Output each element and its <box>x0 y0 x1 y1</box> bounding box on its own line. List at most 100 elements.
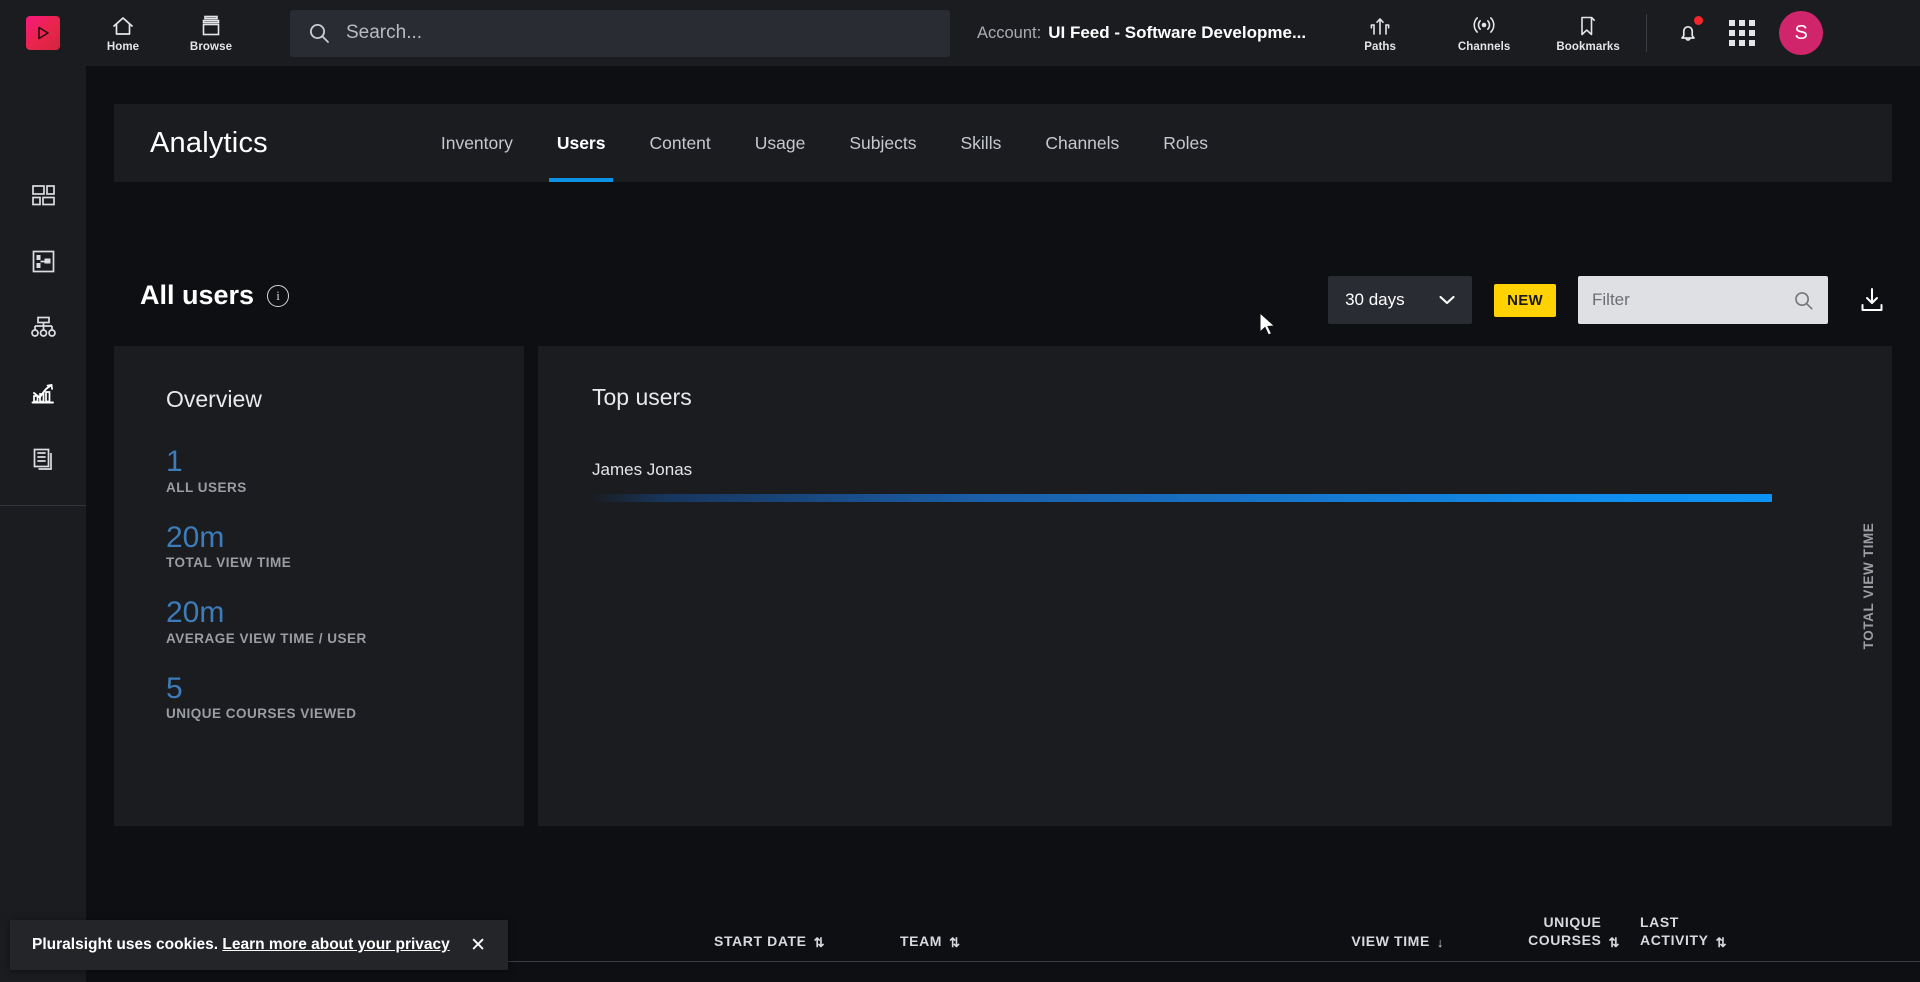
close-icon[interactable]: ✕ <box>470 936 486 955</box>
nav-item-browse-label: Browse <box>189 40 233 53</box>
mouse-cursor <box>1259 312 1276 336</box>
date-range-dropdown[interactable]: 30 days <box>1328 276 1473 324</box>
column-header-start-date[interactable]: START DATE ⇅ <box>714 933 900 949</box>
nav-item-paths[interactable]: Paths <box>1328 0 1432 66</box>
stat-all-users-label: ALL USERS <box>166 479 247 495</box>
top-navigation-bar: Home Browse Search... Account: UI Feed -… <box>0 0 1920 66</box>
home-icon <box>113 16 133 35</box>
search-icon <box>1795 291 1813 310</box>
all-users-heading: All users <box>140 280 255 310</box>
nav-item-home[interactable]: Home <box>92 0 154 66</box>
nav-item-channels[interactable]: Channels <box>1432 0 1536 66</box>
analytics-chart-icon <box>31 383 54 403</box>
sidebar-item-org-chart[interactable] <box>0 294 86 360</box>
nav-item-bookmarks-label: Bookmarks <box>1556 40 1620 53</box>
filter-placeholder: Filter <box>1592 290 1630 309</box>
chart-axis-label: TOTAL VIEW TIME <box>1861 522 1876 650</box>
tab-usage[interactable]: Usage <box>733 104 828 182</box>
notification-unread-dot <box>1694 16 1704 25</box>
download-icon <box>1861 288 1883 311</box>
account-value: UI Feed - Software Developme... <box>1048 23 1307 42</box>
column-header-team[interactable]: TEAM ⇅ <box>900 933 1200 949</box>
nav-item-browse[interactable]: Browse <box>176 0 246 66</box>
search-input[interactable]: Search... <box>290 9 950 57</box>
stat-unique-courses: 5 UNIQUE COURSES VIEWED <box>166 672 524 722</box>
chart-bar-james-jonas[interactable] <box>592 494 1772 502</box>
toolbar-divider <box>1646 14 1648 52</box>
sidebar-item-analytics[interactable] <box>0 360 86 426</box>
top-users-chart-card: Top users James Jonas TOTAL VIEW TIME <box>538 346 1892 826</box>
cookie-banner-link[interactable]: Learn more about your privacy <box>222 936 449 953</box>
stat-total-view-time: 20m TOTAL VIEW TIME <box>166 521 524 571</box>
overview-title: Overview <box>166 386 262 412</box>
sidebar-item-layout[interactable] <box>0 228 86 294</box>
search-placeholder: Search... <box>346 22 423 43</box>
chevron-down-icon <box>1439 295 1455 305</box>
page-title: Analytics <box>150 126 268 159</box>
tab-inventory[interactable]: Inventory <box>419 104 535 182</box>
column-header-last-activity-line2: ACTIVITY <box>1640 931 1709 948</box>
column-header-last-activity[interactable]: LAST ACTIVITY ⇅ <box>1640 914 1870 949</box>
sort-desc-icon: ↓ <box>1436 935 1444 950</box>
apps-grid-icon <box>1729 20 1756 46</box>
avatar-initial: S <box>1794 21 1808 44</box>
sidebar-item-documents[interactable] <box>0 426 86 492</box>
layout-panels-icon <box>32 250 54 272</box>
column-header-last-activity-label: LAST ACTIVITY <box>1640 914 1709 949</box>
stat-average-view-time-label: AVERAGE VIEW TIME / USER <box>166 630 367 646</box>
column-header-unique-courses[interactable]: UNIQUE COURSES ⇅ <box>1490 914 1640 949</box>
sort-icon: ⇅ <box>1608 935 1620 950</box>
logo-container[interactable] <box>0 16 86 50</box>
stat-total-view-time-label: TOTAL VIEW TIME <box>166 555 292 570</box>
documents-icon <box>33 448 52 470</box>
cookie-banner-text: Pluralsight uses cookies. Learn more abo… <box>32 936 450 954</box>
stat-all-users-value: 1 <box>166 445 183 478</box>
column-header-view-time[interactable]: VIEW TIME ↓ <box>1200 933 1490 949</box>
nav-item-channels-label: Channels <box>1457 40 1511 53</box>
stat-total-view-time-value: 20m <box>166 520 225 554</box>
column-header-view-time-label: VIEW TIME <box>1351 933 1430 949</box>
chart-category-label: James Jonas <box>592 460 693 479</box>
apps-grid-button[interactable] <box>1715 0 1769 66</box>
toolbar-controls: 30 days NEW Filter <box>1328 276 1892 324</box>
sort-icon: ⇅ <box>949 935 961 950</box>
account-label: Account: <box>977 24 1042 42</box>
nav-item-bookmarks[interactable]: Bookmarks <box>1536 0 1640 66</box>
stat-average-view-time-value: 20m <box>166 596 225 629</box>
browse-stack-icon <box>202 15 220 35</box>
notifications-button[interactable] <box>1661 0 1715 66</box>
nav-item-home-label: Home <box>106 40 140 53</box>
tab-skills[interactable]: Skills <box>939 104 1024 182</box>
tab-subjects[interactable]: Subjects <box>827 104 938 182</box>
paths-arrows-icon <box>1370 17 1390 35</box>
info-circle-icon[interactable]: i <box>267 284 290 307</box>
column-header-unique-courses-line1: UNIQUE <box>1543 914 1602 930</box>
channels-broadcast-icon <box>1473 16 1495 33</box>
stat-average-view-time: 20m AVERAGE VIEW TIME / USER <box>166 596 524 646</box>
main-content: Analytics Inventory Users Content Usage … <box>86 66 1920 982</box>
column-header-unique-courses-line2: COURSES <box>1528 931 1602 948</box>
chart-bar-track <box>592 494 1772 502</box>
avatar[interactable]: S <box>1779 11 1824 55</box>
sidebar-item-dashboard[interactable] <box>0 162 86 228</box>
stat-unique-courses-value: 5 <box>166 671 183 705</box>
left-sidebar <box>0 66 86 982</box>
cookie-banner-message: Pluralsight uses cookies. <box>32 936 219 953</box>
account-selector[interactable]: Account: UI Feed - Software Developme... <box>977 23 1306 43</box>
new-badge[interactable]: NEW <box>1494 283 1556 317</box>
column-header-team-label: TEAM <box>900 933 943 949</box>
analytics-tabs: Inventory Users Content Usage Subjects S… <box>419 104 1230 182</box>
filter-input[interactable]: Filter <box>1578 276 1828 324</box>
org-chart-icon <box>30 316 56 337</box>
tab-roles[interactable]: Roles <box>1141 104 1230 182</box>
tab-users[interactable]: Users <box>535 104 628 182</box>
tab-channels[interactable]: Channels <box>1023 104 1141 182</box>
stat-all-users: 1 ALL USERS <box>166 445 524 495</box>
sort-icon: ⇅ <box>813 935 826 950</box>
download-button[interactable] <box>1852 280 1892 320</box>
pluralsight-play-icon[interactable] <box>26 16 60 50</box>
sort-icon: ⇅ <box>1715 935 1728 950</box>
tab-content[interactable]: Content <box>627 104 732 182</box>
column-header-start-date-label: START DATE <box>714 933 807 949</box>
subheader-toolbar: All users i 30 days NEW Filter <box>114 266 1892 336</box>
